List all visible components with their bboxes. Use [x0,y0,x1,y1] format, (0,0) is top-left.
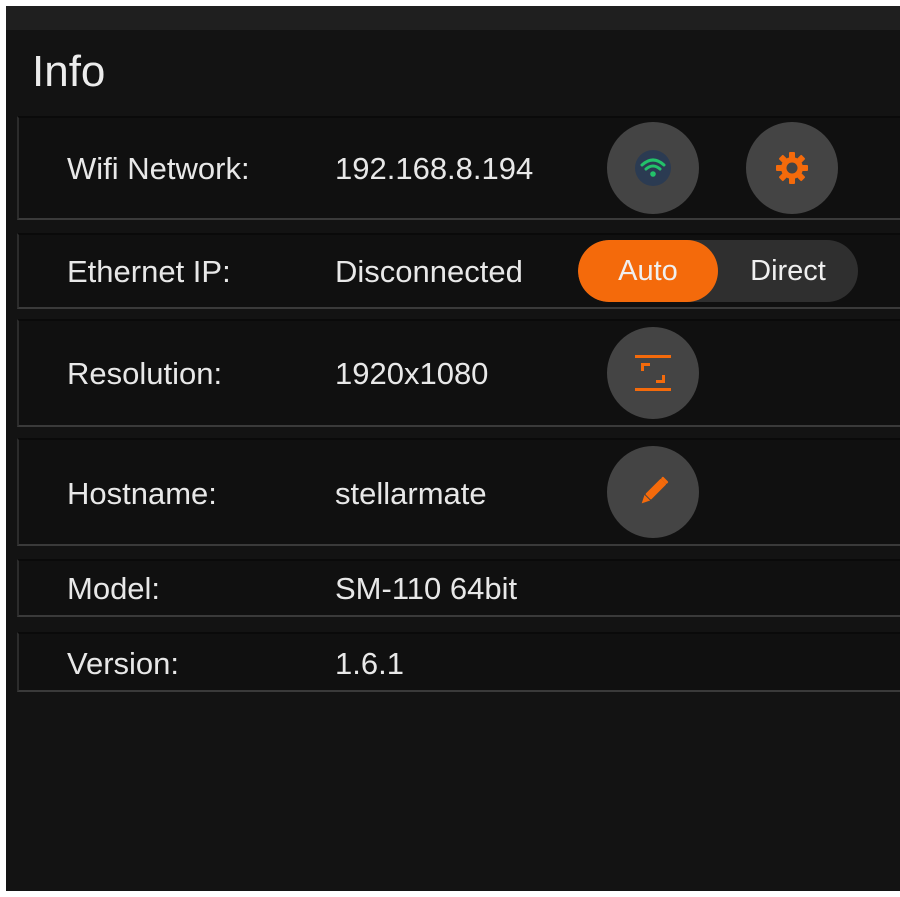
top-bar [6,6,900,30]
hostname-value: stellarmate [335,476,487,511]
resolution-row: Resolution: 1920x1080 [17,319,900,427]
direct-option[interactable]: Direct [718,240,858,302]
page-title: Info [32,47,106,96]
resolution-label: Resolution: [67,356,223,391]
model-row: Model: SM-110 64bit [17,559,900,617]
resolution-value: 1920x1080 [335,356,489,391]
auto-option[interactable]: Auto [578,240,718,302]
ethernet-row: Ethernet IP: Disconnected Direct Auto [17,233,900,309]
model-value: SM-110 64bit [335,571,518,606]
wifi-value: 192.168.8.194 [335,151,534,186]
resolution-button[interactable] [607,327,699,419]
hostname-row: Hostname: stellarmate [17,438,900,546]
edit-hostname-button[interactable] [607,446,699,538]
ethernet-mode-toggle[interactable]: Direct Auto [578,240,858,302]
model-label: Model: [67,571,161,606]
version-value: 1.6.1 [335,646,404,681]
wifi-button[interactable] [607,122,699,214]
wifi-settings-button[interactable] [746,122,838,214]
version-label: Version: [67,646,180,681]
ethernet-value: Disconnected [335,254,523,289]
wifi-label: Wifi Network: [67,151,250,186]
info-screen: Info Wifi Network: 192.168.8.194 Etherne… [6,6,900,891]
hostname-label: Hostname: [67,476,217,511]
version-row: Version: 1.6.1 [17,632,900,692]
pencil-icon [641,476,669,504]
wifi-row: Wifi Network: 192.168.8.194 [17,116,900,220]
wifi-icon [635,150,671,186]
ethernet-label: Ethernet IP: [67,254,231,289]
gear-icon [776,152,808,184]
resolution-icon [635,355,671,391]
